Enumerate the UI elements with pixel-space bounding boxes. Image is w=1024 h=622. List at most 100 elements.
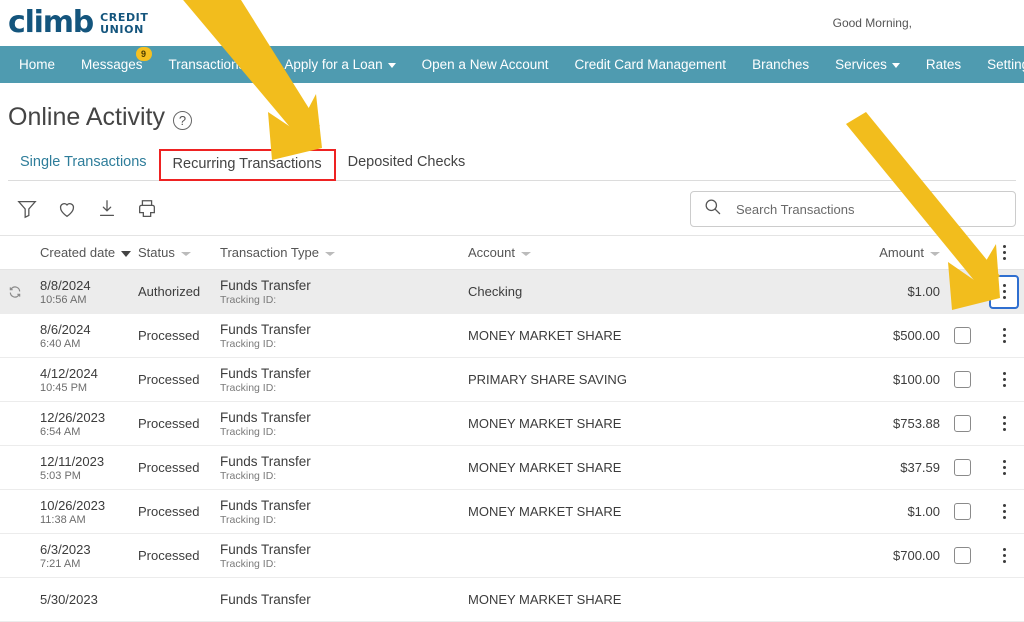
table-body: 8/8/2024 10:56 AM Authorized Funds Transfer…	[0, 270, 1024, 622]
column-label: Created date	[40, 245, 116, 260]
row-more-options-icon[interactable]	[991, 365, 1017, 395]
row-select-checkbox[interactable]	[953, 415, 971, 432]
column-label: Account	[468, 245, 515, 260]
row-more-options-icon[interactable]	[991, 321, 1017, 351]
row-transaction-type: Funds Transfer	[220, 497, 311, 513]
chevron-down-icon	[250, 63, 259, 68]
table-row[interactable]: 4/12/2024 10:45 PM Processed Funds Transfer…	[0, 358, 1024, 402]
cell-created-date: 6/3/2023 7:21 AM	[40, 542, 138, 570]
nav-item-settings[interactable]: Settings	[974, 46, 1024, 83]
question-mark-circle-icon[interactable]: ?	[173, 110, 193, 130]
row-select-checkbox[interactable]	[953, 283, 971, 300]
table-more-options-icon[interactable]	[991, 238, 1017, 268]
row-tracking-id: Tracking ID:	[220, 293, 277, 306]
table-row[interactable]: 6/3/2023 7:21 AM Processed Funds Transfer Tr…	[0, 534, 1024, 578]
row-more-options-icon[interactable]	[991, 409, 1017, 439]
nav-item-label: Transactions	[168, 57, 246, 72]
search-input[interactable]	[734, 200, 1003, 218]
row-more-options-icon[interactable]	[991, 497, 1017, 527]
column-header-amount[interactable]: Amount	[828, 245, 940, 260]
column-header-transaction-type[interactable]: Transaction Type	[220, 245, 468, 260]
table-row[interactable]: 12/11/2023 5:03 PM Processed Funds Transfer…	[0, 446, 1024, 490]
tab-recurring-transactions[interactable]: Recurring Transactions	[158, 149, 336, 181]
row-date: 12/26/2023	[40, 409, 106, 425]
cell-created-date: 5/30/2023	[40, 592, 138, 608]
row-more-options-icon[interactable]	[991, 453, 1017, 483]
row-select-checkbox[interactable]	[953, 371, 971, 388]
chevron-down-icon	[387, 63, 396, 68]
cell-select	[940, 371, 984, 388]
cell-transaction-type: Funds Transfer	[220, 592, 468, 608]
column-header-status[interactable]: Status	[138, 245, 220, 260]
row-tracking-id: Tracking ID:	[220, 425, 277, 438]
cell-amount: $1.00	[907, 284, 940, 299]
row-time: 6:54 AM	[40, 425, 81, 438]
nav-item-branches[interactable]: Branches	[739, 46, 822, 83]
page-title: Online Activity	[8, 103, 166, 131]
nav-item-label: Open a New Account	[421, 57, 549, 72]
print-icon[interactable]	[136, 198, 158, 220]
tab-single-transactions[interactable]: Single Transactions	[8, 150, 159, 180]
row-transaction-type: Funds Transfer	[220, 541, 311, 557]
nav-item-label: Services	[835, 57, 887, 72]
cell-transaction-type: Funds Transfer Tracking ID:	[220, 322, 468, 350]
cell-status: Processed	[138, 460, 200, 475]
sort-caret-icon	[520, 251, 531, 256]
table-row[interactable]: 8/6/2024 6:40 AM Processed Funds Transfer Tr…	[0, 314, 1024, 358]
column-header-created-date[interactable]: Created date	[40, 245, 138, 260]
row-select-checkbox[interactable]	[953, 459, 971, 476]
sort-caret-icon	[121, 250, 132, 257]
row-more-options-icon[interactable]	[991, 541, 1017, 571]
cell-status: Authorized	[138, 284, 201, 299]
cell-account: MONEY MARKET SHARE	[468, 592, 622, 607]
table-row[interactable]: 10/26/2023 11:38 AM Processed Funds Transfe…	[0, 490, 1024, 534]
row-select-checkbox[interactable]	[953, 503, 971, 520]
nav-item-services[interactable]: Services	[822, 46, 913, 83]
nav-item-transactions[interactable]: Transactions	[156, 46, 272, 83]
cell-account: PRIMARY SHARE SAVING	[468, 372, 627, 387]
row-tracking-id: Tracking ID:	[220, 557, 277, 570]
cell-select	[940, 415, 984, 432]
recurring-transaction-icon	[8, 285, 40, 299]
table-row[interactable]: 8/8/2024 10:56 AM Authorized Funds Transfer…	[0, 270, 1024, 314]
cell-transaction-type: Funds Transfer Tracking ID:	[220, 278, 468, 306]
cell-options	[984, 453, 1024, 483]
nav-item-messages[interactable]: Messages 9	[68, 46, 156, 83]
download-icon[interactable]	[96, 198, 118, 220]
activity-tabs: Single Transactions Recurring Transaction…	[8, 148, 1016, 181]
column-header-account[interactable]: Account	[468, 245, 828, 260]
chevron-down-icon	[891, 63, 900, 68]
nav-item-label: Messages	[81, 57, 143, 72]
cell-created-date: 4/12/2024 10:45 PM	[40, 366, 138, 394]
table-row[interactable]: 12/26/2023 6:54 AM Processed Funds Transfer…	[0, 402, 1024, 446]
nav-item-home[interactable]: Home	[6, 46, 68, 83]
nav-item-open-a-new-account[interactable]: Open a New Account	[409, 46, 562, 83]
climb-credit-union-logo[interactable]: climb CREDIT UNION	[8, 8, 148, 38]
cell-amount: $100.00	[893, 372, 940, 387]
cell-options	[984, 365, 1024, 395]
cell-account: MONEY MARKET SHARE	[468, 328, 622, 343]
row-select-checkbox[interactable]	[953, 327, 971, 344]
cell-transaction-type: Funds Transfer Tracking ID:	[220, 366, 468, 394]
favorite-heart-icon[interactable]	[56, 198, 78, 220]
search-transactions-box[interactable]	[690, 191, 1016, 227]
row-time: 10:45 PM	[40, 381, 88, 394]
nav-item-rates[interactable]: Rates	[913, 46, 974, 83]
row-transaction-type: Funds Transfer	[220, 277, 311, 293]
column-label: Amount	[879, 245, 924, 260]
row-more-options-icon[interactable]	[989, 274, 1019, 309]
row-date: 5/30/2023	[40, 591, 98, 607]
table-row[interactable]: 5/30/2023 Funds Transfer MONEY MARKET SHAR…	[0, 578, 1024, 622]
logo-subtext-line2: UNION	[100, 23, 144, 36]
nav-item-credit-card-management[interactable]: Credit Card Management	[561, 46, 739, 83]
row-transaction-type: Funds Transfer	[220, 409, 311, 425]
row-select-checkbox[interactable]	[953, 547, 971, 564]
row-tracking-id: Tracking ID:	[220, 513, 277, 526]
nav-item-apply-for-a-loan[interactable]: Apply for a Loan	[271, 46, 408, 83]
cell-options	[984, 409, 1024, 439]
tab-deposited-checks[interactable]: Deposited Checks	[336, 150, 478, 180]
nav-item-label: Branches	[752, 57, 810, 72]
cell-account: MONEY MARKET SHARE	[468, 460, 622, 475]
filter-icon[interactable]	[16, 198, 38, 220]
row-transaction-type: Funds Transfer	[220, 453, 311, 469]
